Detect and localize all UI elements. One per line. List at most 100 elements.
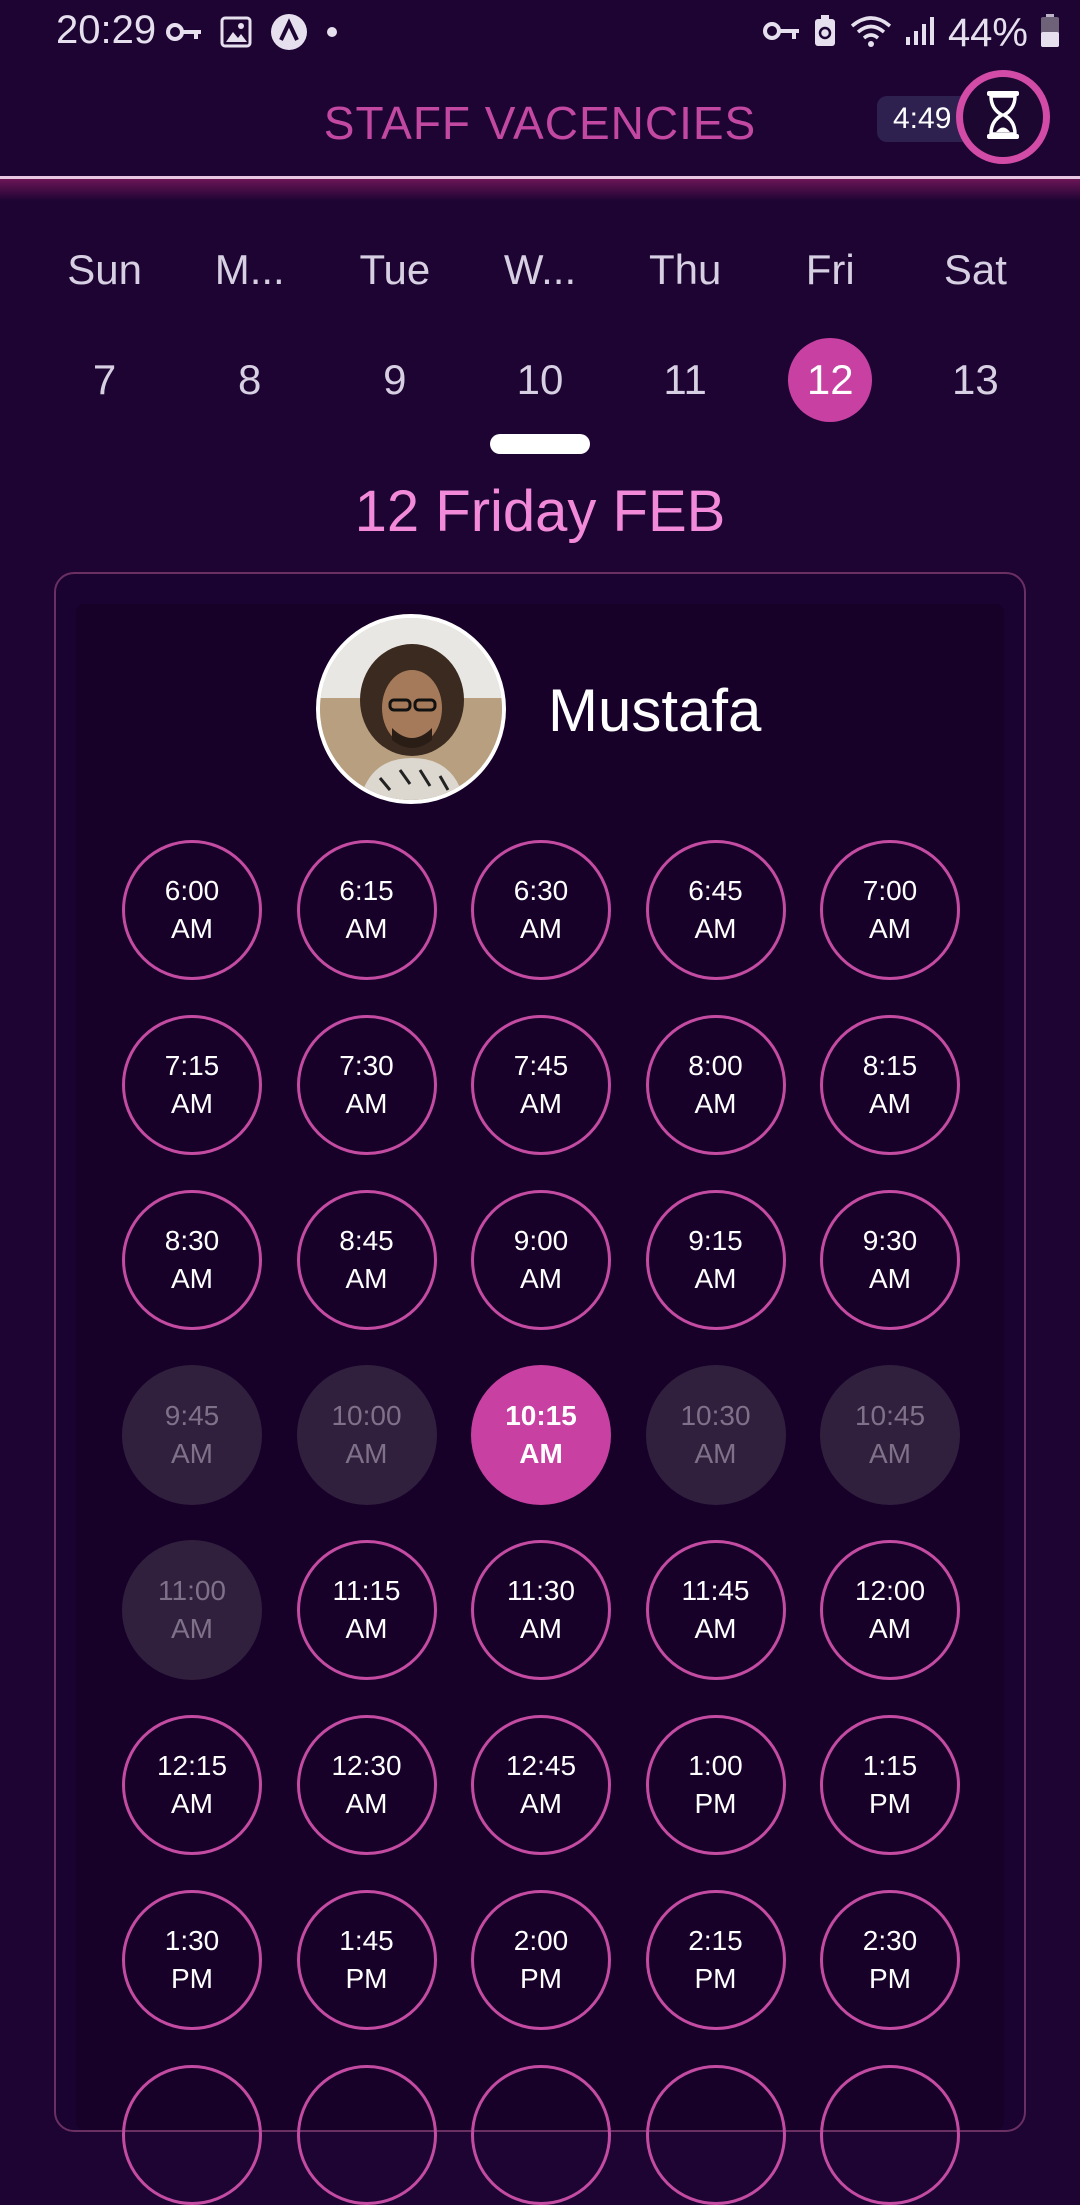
time-slot[interactable] [820,2065,960,2205]
status-right-icons: 44% [762,8,1060,58]
day-number[interactable]: 10 [498,338,582,422]
app-header: STAFF VACENCIES 4:49 [0,66,1080,178]
slot-period: AM [171,1088,213,1119]
time-slot[interactable]: 12:00 AM [820,1540,960,1680]
time-slot[interactable]: 8:00 AM [645,1015,786,1155]
week-day[interactable]: Thu 11 [613,240,758,422]
time-slot[interactable]: 6:45 AM [645,840,786,980]
slot-period: AM [345,1613,388,1644]
time-slot-unavailable: 10:00 AM [296,1365,437,1505]
time-slot[interactable]: 6:15 AM [296,840,437,980]
status-time: 20:29 [56,8,157,52]
slot-time: 1:30 [164,1925,220,1956]
week-day[interactable]: Fri 12 [758,240,903,422]
slot-time: 9:15 [688,1225,743,1256]
time-slot[interactable]: 9:00 AM [471,1190,611,1330]
time-slot[interactable]: 9:30 AM [820,1190,960,1330]
slot-time: 2:00 [513,1925,569,1956]
time-slot[interactable]: 7:45 AM [471,1015,611,1155]
time-slot[interactable]: 6:30 AM [471,840,611,980]
slot-period: AM [171,1438,213,1469]
time-slot[interactable]: 11:15 AM [296,1540,437,1680]
week-day[interactable]: Sat 13 [903,240,1048,422]
slot-period: AM [520,1263,562,1294]
time-slot[interactable]: 7:15 AM [122,1015,262,1155]
time-slot[interactable]: 12:30 AM [296,1715,437,1855]
image-icon [220,16,252,53]
time-slot[interactable]: 1:45 PM [296,1890,437,2030]
slot-time: 12:00 [854,1575,926,1606]
selected-day-number[interactable]: 12 [788,338,873,422]
day-number[interactable]: 8 [208,338,292,422]
slot-time: 12:45 [505,1750,577,1781]
slot-period: AM [694,913,737,944]
slot-time: 8:30 [164,1225,220,1256]
week-day[interactable]: Sun 7 [32,240,177,422]
day-number[interactable]: 7 [63,338,147,422]
time-slot-unavailable: 10:30 AM [645,1365,786,1505]
slot-period: AM [694,1263,737,1294]
slot-period: AM [519,1438,563,1469]
slot-time: 9:45 [164,1400,220,1431]
time-slot[interactable]: 8:45 AM [296,1190,437,1330]
time-slot[interactable]: 8:15 AM [820,1015,960,1155]
day-number[interactable]: 9 [353,338,437,422]
slot-time: 2:15 [688,1925,743,1956]
time-slot[interactable]: 12:45 AM [471,1715,611,1855]
slot-period: AM [345,1438,388,1469]
time-slot[interactable] [645,2065,786,2205]
time-slot[interactable]: 2:00 PM [471,1890,611,2030]
week-day[interactable]: Tue 9 [322,240,467,422]
hourglass-timer-button[interactable] [956,70,1050,164]
day-number[interactable]: 11 [643,338,727,422]
time-slot[interactable]: 11:30 AM [471,1540,611,1680]
day-number-wrap: 9 [322,338,467,422]
hourglass-icon [983,89,1023,146]
time-slot[interactable]: 9:15 AM [645,1190,786,1330]
slot-time: 6:30 [513,875,569,906]
time-slot[interactable] [296,2065,437,2205]
header-shadow [0,179,1080,201]
time-slot[interactable]: 2:30 PM [820,1890,960,2030]
time-slot[interactable]: 7:30 AM [296,1015,437,1155]
slot-time: 6:00 [164,875,220,906]
time-slot[interactable]: 12:15 AM [122,1715,262,1855]
time-slot[interactable]: 8:30 AM [122,1190,262,1330]
time-slot[interactable]: 1:30 PM [122,1890,262,2030]
slot-period: AM [869,1613,911,1644]
slot-time: 10:45 [854,1400,926,1431]
time-slot[interactable]: 2:15 PM [645,1890,786,2030]
time-slot[interactable]: 1:00 PM [645,1715,786,1855]
time-slot[interactable]: 1:15 PM [820,1715,960,1855]
time-slot[interactable]: 11:45 AM [645,1540,786,1680]
time-slot-unavailable: 11:00 AM [122,1540,262,1680]
slot-time: 1:45 [339,1925,394,1956]
day-number-wrap: 13 [903,338,1048,422]
slot-period: AM [520,1613,562,1644]
week-day[interactable]: M... 8 [177,240,322,422]
time-slot[interactable]: 7:00 AM [820,840,960,980]
time-slot[interactable] [122,2065,262,2205]
time-slot-selected[interactable]: 10:15 AM [471,1365,611,1505]
countdown-timer: 4:49 [877,96,967,142]
time-slot[interactable] [471,2065,611,2205]
slot-period: AM [171,1263,213,1294]
slot-period: AM [171,913,213,944]
week-day[interactable]: W... 10 [467,240,612,422]
slot-time: 8:45 [339,1225,394,1256]
day-number[interactable]: 13 [933,338,1017,422]
day-number-wrap: 10 [467,338,612,422]
time-slot-unavailable: 9:45 AM [122,1365,262,1505]
drag-handle[interactable] [490,434,590,454]
time-slot[interactable]: 6:00 AM [122,840,262,980]
weekday-label: Sat [943,246,1007,293]
slot-time: 6:15 [339,875,394,906]
slot-time: 9:00 [513,1225,569,1256]
status-left-icons [166,13,338,54]
slot-time: 7:15 [164,1050,220,1081]
vpn-key-icon [762,19,800,48]
slot-period: PM [869,1788,911,1819]
slot-period: AM [869,1263,911,1294]
slot-time: 7:45 [513,1050,569,1081]
slot-time: 11:45 [681,1575,750,1606]
